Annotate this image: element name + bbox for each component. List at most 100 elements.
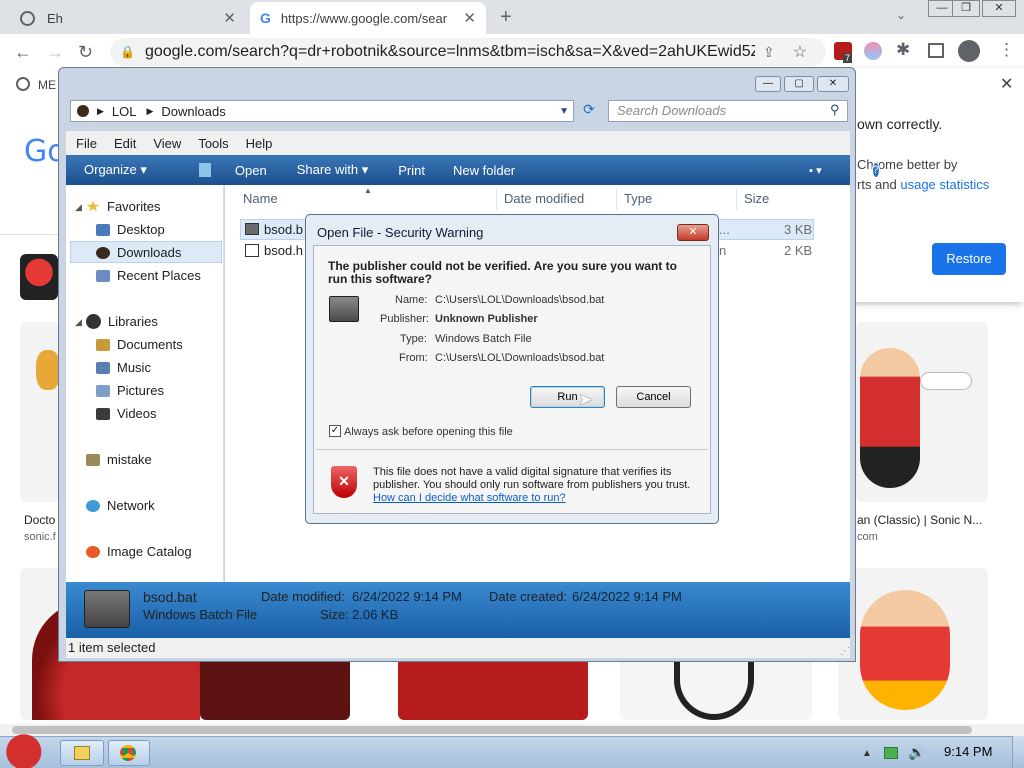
nav-network[interactable]: Network <box>86 498 155 513</box>
restore-button[interactable]: Restore <box>932 243 1006 275</box>
nav-pictures[interactable]: Pictures <box>96 383 164 398</box>
dialog-close-button[interactable]: ✕ <box>677 224 709 241</box>
nav-downloads[interactable]: Downloads <box>96 245 181 260</box>
open-button-label: Open <box>234 162 267 178</box>
downloads-folder-icon <box>96 246 110 259</box>
refresh-icon[interactable]: ⟳ <box>578 101 600 121</box>
chevron-down-icon[interactable]: ▼ <box>559 106 569 117</box>
status-bar: 1 item selected <box>66 638 850 658</box>
column-header-date-modified[interactable]: Date modified <box>504 191 584 206</box>
details-modified-label: Date modified: <box>261 589 345 604</box>
field-label-publisher: Publisher: <box>380 313 429 325</box>
divider <box>316 449 708 450</box>
maximize-button[interactable]: ❐ <box>952 0 980 17</box>
forward-icon[interactable]: → <box>46 42 64 63</box>
resize-grip-icon[interactable]: ⋰ <box>840 646 850 657</box>
nav-documents[interactable]: Documents <box>96 337 183 352</box>
explorer-menu-bar: File Edit View Tools Help <box>66 131 850 155</box>
print-button[interactable]: Print <box>398 163 425 178</box>
warning-text: This file does not have a valid digital … <box>373 466 691 491</box>
menu-file[interactable]: File <box>76 136 97 151</box>
nav-libraries[interactable]: Libraries <box>86 314 158 329</box>
bookmark-item[interactable]: ME <box>38 78 56 92</box>
explorer-minimize-button[interactable]: — <box>755 76 781 92</box>
address-bar[interactable]: 🔒 google.com/search?q=dr+robotnik&source… <box>110 38 826 66</box>
image-caption[interactable]: Docto <box>24 513 55 527</box>
column-header-size[interactable]: Size <box>744 191 769 206</box>
help-icon[interactable]: ? <box>871 162 880 178</box>
tab-google[interactable]: G https://www.google.com/sear ✕ <box>250 2 486 34</box>
help-link[interactable]: How can I decide what software to run? <box>373 492 566 504</box>
always-ask-checkbox[interactable]: ✓ <box>329 425 341 437</box>
field-value-publisher: Unknown Publisher <box>435 313 538 325</box>
organize-button[interactable]: Organize ▾ <box>84 162 147 178</box>
html-file-icon <box>245 244 259 257</box>
show-desktop-button[interactable] <box>1012 736 1024 768</box>
kebab-menu-icon[interactable]: ⋮ <box>998 40 1015 60</box>
tab-eh[interactable]: Eh ✕ <box>10 2 246 34</box>
clock[interactable]: 9:14 PM <box>944 744 992 759</box>
run-button[interactable]: Run <box>530 386 605 408</box>
expand-icon[interactable]: ◢ <box>75 317 82 328</box>
puzzle-icon[interactable]: ✱ <box>896 40 910 60</box>
close-tab-icon[interactable]: ✕ <box>223 9 236 27</box>
close-window-button[interactable]: ✕ <box>982 0 1016 17</box>
show-hidden-icons[interactable]: ▲ <box>862 748 872 759</box>
start-button[interactable] <box>4 732 48 768</box>
explorer-address-bar[interactable]: ▶ LOL ▶ Downloads ▼ <box>70 100 574 122</box>
nav-label: Desktop <box>117 222 165 237</box>
breadcrumb-item[interactable]: Downloads <box>161 104 225 119</box>
close-icon[interactable]: ✕ <box>1000 74 1013 94</box>
scrollbar-thumb[interactable] <box>12 726 972 734</box>
nav-image-catalog[interactable]: Image Catalog <box>86 544 192 559</box>
new-tab-button[interactable]: + <box>500 6 512 29</box>
reload-icon[interactable]: ↻ <box>78 42 93 63</box>
nav-label: Network <box>107 498 155 513</box>
explorer-maximize-button[interactable]: ▢ <box>784 76 814 92</box>
profile-extension-icon[interactable] <box>864 42 882 60</box>
folder-icon <box>74 746 90 760</box>
avatar[interactable] <box>958 40 980 62</box>
menu-edit[interactable]: Edit <box>114 136 136 151</box>
dialog-title: Open File - Security Warning <box>317 225 484 240</box>
menu-help[interactable]: Help <box>246 136 273 151</box>
cancel-button[interactable]: Cancel <box>616 386 691 408</box>
network-tray-icon[interactable] <box>884 747 898 759</box>
usage-statistics-link[interactable]: usage statistics <box>900 177 989 192</box>
details-created: 6/24/2022 9:14 PM <box>572 589 682 604</box>
share-with-button[interactable]: Share with ▾ <box>297 162 369 178</box>
column-divider <box>496 188 497 210</box>
search-icon[interactable]: ⚲ <box>830 102 840 118</box>
change-view-icon[interactable]: ▪ ▾ <box>809 164 821 177</box>
image-caption[interactable]: an (Classic) | Sonic N... <box>857 513 982 527</box>
nav-recent-places[interactable]: Recent Places <box>96 268 201 283</box>
shield-warning-icon: ✕ <box>331 466 357 498</box>
open-button[interactable]: Open <box>181 163 267 178</box>
nav-mistake[interactable]: mistake <box>86 452 152 467</box>
back-icon[interactable]: ← <box>14 42 32 63</box>
side-panel-icon[interactable] <box>928 43 944 58</box>
thumbnail-image[interactable] <box>20 322 60 502</box>
file-name: bsod.b <box>264 222 304 237</box>
column-header-name[interactable]: Name <box>243 191 278 206</box>
bookmark-star-icon[interactable]: ☆ <box>793 42 807 62</box>
menu-tools[interactable]: Tools <box>198 136 228 151</box>
music-icon <box>96 361 110 374</box>
column-header-type[interactable]: Type <box>624 191 652 206</box>
new-folder-button[interactable]: New folder <box>453 163 515 178</box>
expand-icon[interactable]: ◢ <box>75 202 82 213</box>
volume-icon[interactable]: 🔊 <box>908 744 925 761</box>
nav-videos[interactable]: Videos <box>96 406 157 421</box>
close-tab-icon[interactable]: ✕ <box>463 9 476 27</box>
explorer-close-button[interactable]: ✕ <box>817 76 849 92</box>
nav-desktop[interactable]: Desktop <box>96 222 165 237</box>
menu-view[interactable]: View <box>153 136 181 151</box>
nav-music[interactable]: Music <box>96 360 151 375</box>
share-icon[interactable]: ⇪ <box>763 44 775 61</box>
breadcrumb-item[interactable]: LOL <box>112 104 137 119</box>
nav-favorites[interactable]: Favorites <box>86 199 160 214</box>
mouse-cursor-icon: ➤ <box>578 390 593 409</box>
tab-search-icon[interactable]: ⌄ <box>896 8 906 22</box>
explorer-search-input[interactable]: Search Downloads <box>608 100 848 122</box>
thumbnail-image[interactable] <box>20 254 58 300</box>
